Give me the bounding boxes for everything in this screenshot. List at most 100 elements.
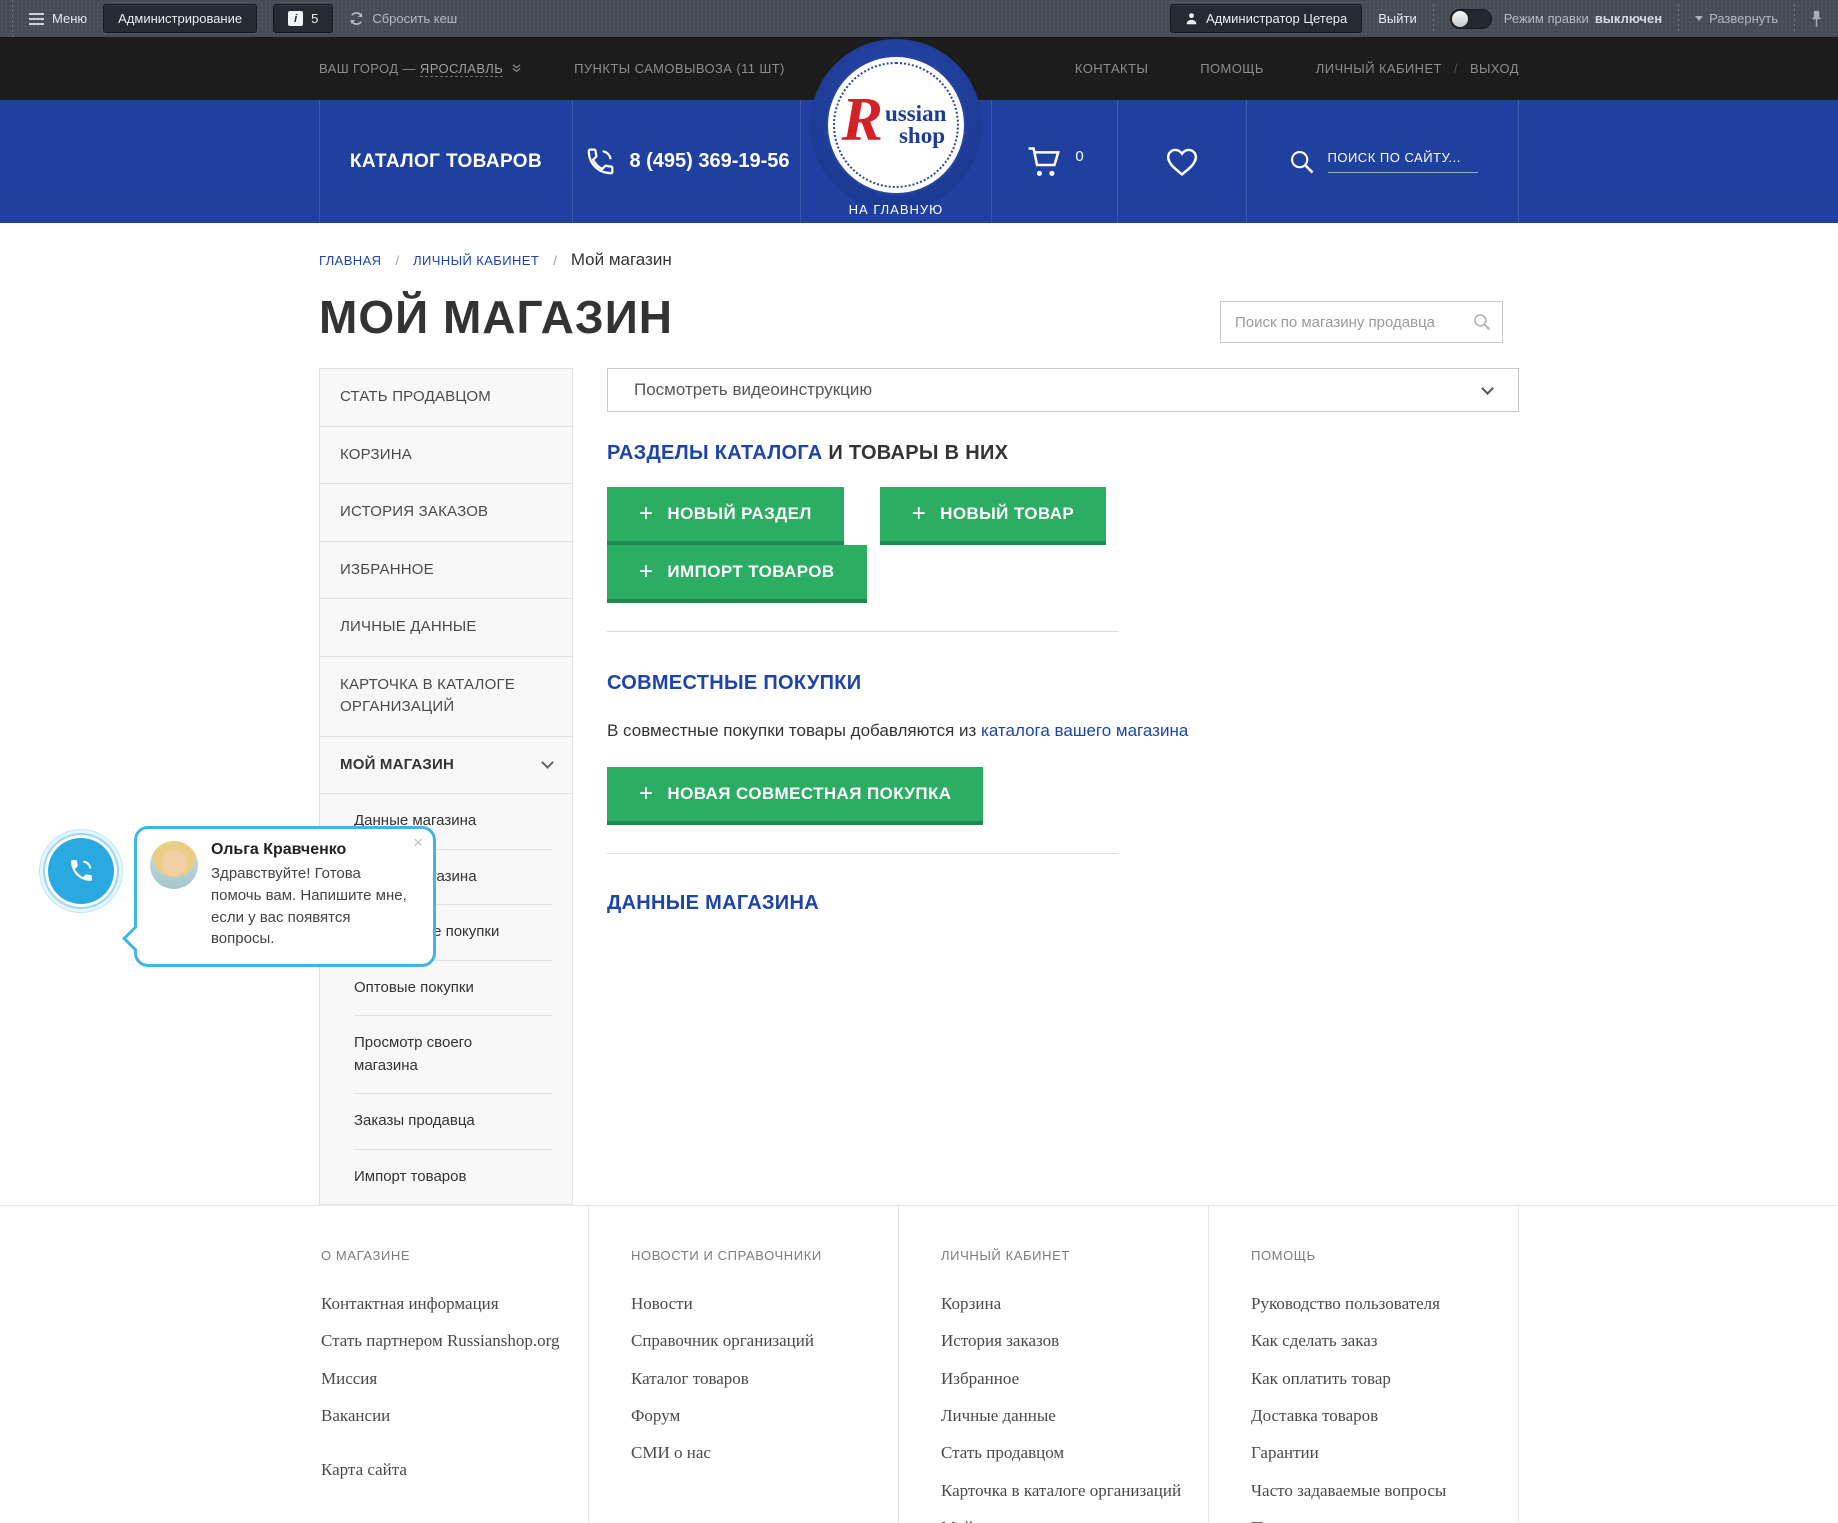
pin-icon[interactable] bbox=[1811, 10, 1822, 28]
chat-bubble: × Ольга Кравченко Здравствуйте! Готова п… bbox=[134, 826, 436, 967]
clear-cache-button[interactable]: Сбросить кеш bbox=[349, 11, 457, 26]
footer-link[interactable]: Гарантии bbox=[1251, 1440, 1502, 1466]
sidebar-item[interactable]: КОРЗИНА bbox=[320, 427, 572, 485]
chevron-down-icon bbox=[541, 756, 554, 769]
breadcrumb-home[interactable]: ГЛАВНАЯ bbox=[319, 253, 381, 268]
toolbar-divider bbox=[1678, 4, 1679, 33]
sidebar-item[interactable]: СТАТЬ ПРОДАВЦОМ bbox=[320, 369, 572, 427]
sidebar-item[interactable]: ЛИЧНЫЕ ДАННЫЕ bbox=[320, 599, 572, 657]
edit-mode-label: Режим правки bbox=[1504, 11, 1589, 26]
footer-link[interactable]: Руководство пользователя bbox=[1251, 1291, 1502, 1317]
footer-link[interactable]: Контактная информация bbox=[321, 1291, 572, 1317]
administration-button[interactable]: Администрирование bbox=[103, 4, 257, 33]
footer-link[interactable]: Новости bbox=[631, 1291, 882, 1317]
cart-button[interactable]: 0 bbox=[991, 100, 1117, 223]
city-selector[interactable]: ВАШ ГОРОД — ЯРОСЛАВЛЬ bbox=[319, 61, 522, 76]
footer-link[interactable]: Корзина bbox=[941, 1291, 1192, 1317]
breadcrumb-account[interactable]: ЛИЧНЫЙ КАБИНЕТ bbox=[413, 253, 539, 268]
refresh-icon bbox=[349, 11, 364, 26]
footer-link[interactable]: Личные данные bbox=[941, 1403, 1192, 1429]
footer-link[interactable]: Миссия bbox=[321, 1366, 572, 1392]
clear-cache-label: Сбросить кеш bbox=[372, 11, 457, 26]
search-icon[interactable] bbox=[1472, 312, 1492, 332]
logo-wordmark: ussian shop bbox=[885, 103, 946, 147]
home-link[interactable]: НА ГЛАВНУЮ bbox=[801, 202, 991, 217]
city-link[interactable]: ЯРОСЛАВЛЬ bbox=[420, 61, 503, 77]
new-section-button[interactable]: + НОВЫЙ РАЗДЕЛ bbox=[607, 487, 844, 545]
footer-link[interactable]: Мой магазин bbox=[941, 1515, 1192, 1523]
footer-link[interactable]: Форум bbox=[631, 1403, 882, 1429]
video-instruction-accordion[interactable]: Посмотреть видеоинструкцию bbox=[607, 368, 1519, 412]
catalog-section-heading: РАЗДЕЛЫ КАТАЛОГА И ТОВАРЫ В НИХ bbox=[607, 442, 1519, 465]
help-link[interactable]: ПОМОЩЬ bbox=[1200, 61, 1264, 76]
footer-link[interactable]: Каталог товаров bbox=[631, 1366, 882, 1392]
submenu-item[interactable]: Просмотр своего магазина bbox=[354, 1016, 552, 1094]
submenu-item[interactable]: Заказы продавца bbox=[354, 1094, 552, 1150]
footer-column-news: НОВОСТИ И СПРАВОЧНИКИ Новости Справочник … bbox=[588, 1206, 898, 1523]
admin-menu-button[interactable]: Меню bbox=[29, 11, 87, 26]
footer-link-sitemap[interactable]: Карта сайта bbox=[321, 1457, 572, 1483]
notifications-button[interactable]: i 5 bbox=[273, 4, 333, 33]
footer-link[interactable]: Вакансии bbox=[321, 1403, 572, 1429]
contacts-link[interactable]: КОНТАКТЫ bbox=[1075, 61, 1148, 76]
new-product-label: НОВЫЙ ТОВАР bbox=[940, 504, 1074, 524]
footer-column-title: НОВОСТИ И СПРАВОЧНИКИ bbox=[631, 1248, 882, 1263]
submenu-item[interactable]: Импорт товаров bbox=[354, 1150, 552, 1205]
catalog-button[interactable]: КАТАЛОГ ТОВАРОВ bbox=[350, 151, 542, 173]
account-link[interactable]: ЛИЧНЫЙ КАБИНЕТ bbox=[1316, 61, 1442, 76]
footer-link[interactable]: Стать продавцом bbox=[941, 1440, 1192, 1466]
accordion-label: Посмотреть видеоинструкцию bbox=[634, 380, 872, 400]
pickup-points-link[interactable]: ПУНКТЫ САМОВЫВОЗА (11 ШТ) bbox=[574, 61, 785, 76]
site-search[interactable]: ПОИСК ПО САЙТУ... bbox=[1246, 100, 1519, 223]
breadcrumb-current: Мой магазин bbox=[571, 250, 672, 270]
sidebar-item[interactable]: ИЗБРАННОЕ bbox=[320, 542, 572, 600]
footer-link[interactable]: Стать партнером Russianshop.org bbox=[321, 1328, 572, 1354]
chat-call-button[interactable] bbox=[48, 838, 114, 904]
breadcrumb-separator: / bbox=[553, 253, 557, 268]
submenu-item[interactable]: Оптовые покупки bbox=[354, 961, 552, 1017]
footer-link[interactable]: Карточка в каталоге организаций bbox=[941, 1478, 1192, 1504]
import-products-button[interactable]: + ИМПОРТ ТОВАРОВ bbox=[607, 545, 867, 603]
new-section-label: НОВЫЙ РАЗДЕЛ bbox=[667, 504, 811, 524]
sidebar-item-my-shop[interactable]: МОЙ МАГАЗИН bbox=[320, 737, 572, 795]
logo-line1: ussian bbox=[885, 101, 946, 126]
expand-button[interactable]: Развернуть bbox=[1695, 11, 1778, 26]
breadcrumb-separator: / bbox=[395, 253, 399, 268]
user-icon bbox=[1185, 12, 1198, 25]
header-phone: 8 (495) 369-19-56 bbox=[629, 150, 789, 173]
logout-button[interactable]: Выйти bbox=[1378, 11, 1417, 26]
footer-link[interactable]: Доставка товаров bbox=[1251, 1403, 1502, 1429]
footer-link[interactable]: Пользовательское соглашение bbox=[1251, 1515, 1502, 1523]
footer-link[interactable]: Справочник организаций bbox=[631, 1328, 882, 1354]
seller-search-input[interactable] bbox=[1221, 302, 1472, 342]
catalog-heading-rest: И ТОВАРЫ В НИХ bbox=[823, 442, 1009, 464]
footer-column-about: О МАГАЗИНЕ Контактная информация Стать па… bbox=[319, 1206, 588, 1523]
logo-emblem: R ussian shop bbox=[826, 55, 966, 195]
footer-link[interactable]: СМИ о нас bbox=[631, 1440, 882, 1466]
footer-link[interactable]: Как сделать заказ bbox=[1251, 1328, 1502, 1354]
footer-column-help: ПОМОЩЬ Руководство пользователяКак сдела… bbox=[1208, 1206, 1519, 1523]
joint-purchases-heading: СОВМЕСТНЫЕ ПОКУПКИ bbox=[607, 672, 1519, 695]
sidebar-item[interactable]: КАРТОЧКА В КАТАЛОГЕ ОРГАНИЗАЦИЙ bbox=[320, 657, 572, 737]
footer-link[interactable]: История заказов bbox=[941, 1328, 1192, 1354]
close-icon[interactable]: × bbox=[413, 833, 423, 853]
footer-link[interactable]: Избранное bbox=[941, 1366, 1192, 1392]
admin-user-button[interactable]: Администратор Цетера bbox=[1170, 4, 1362, 33]
shop-catalog-link[interactable]: каталога вашего магазина bbox=[981, 721, 1188, 740]
site-logo[interactable]: R ussian shop bbox=[810, 39, 982, 211]
import-products-label: ИМПОРТ ТОВАРОВ bbox=[667, 562, 834, 582]
admin-menu-label: Меню bbox=[52, 11, 87, 26]
favorites-button[interactable] bbox=[1117, 100, 1246, 223]
catalog-sections-link[interactable]: РАЗДЕЛЫ КАТАЛОГА bbox=[607, 442, 823, 464]
exit-link[interactable]: ВЫХОД bbox=[1470, 61, 1519, 76]
sidebar-item[interactable]: ИСТОРИЯ ЗАКАЗОВ bbox=[320, 484, 572, 542]
sidebar-item-label: МОЙ МАГАЗИН bbox=[340, 754, 454, 777]
breadcrumb: ГЛАВНАЯ / ЛИЧНЫЙ КАБИНЕТ / Мой магазин bbox=[319, 250, 1519, 270]
footer-link[interactable]: Как оплатить товар bbox=[1251, 1366, 1502, 1392]
footer-column-title: О МАГАЗИНЕ bbox=[321, 1248, 572, 1263]
edit-mode-toggle[interactable] bbox=[1450, 9, 1492, 29]
footer-link[interactable]: Часто задаваемые вопросы bbox=[1251, 1478, 1502, 1504]
hamburger-icon bbox=[29, 13, 44, 25]
new-joint-purchase-button[interactable]: + НОВАЯ СОВМЕСТНАЯ ПОКУПКА bbox=[607, 767, 983, 825]
new-product-button[interactable]: + НОВЫЙ ТОВАР bbox=[880, 487, 1106, 545]
